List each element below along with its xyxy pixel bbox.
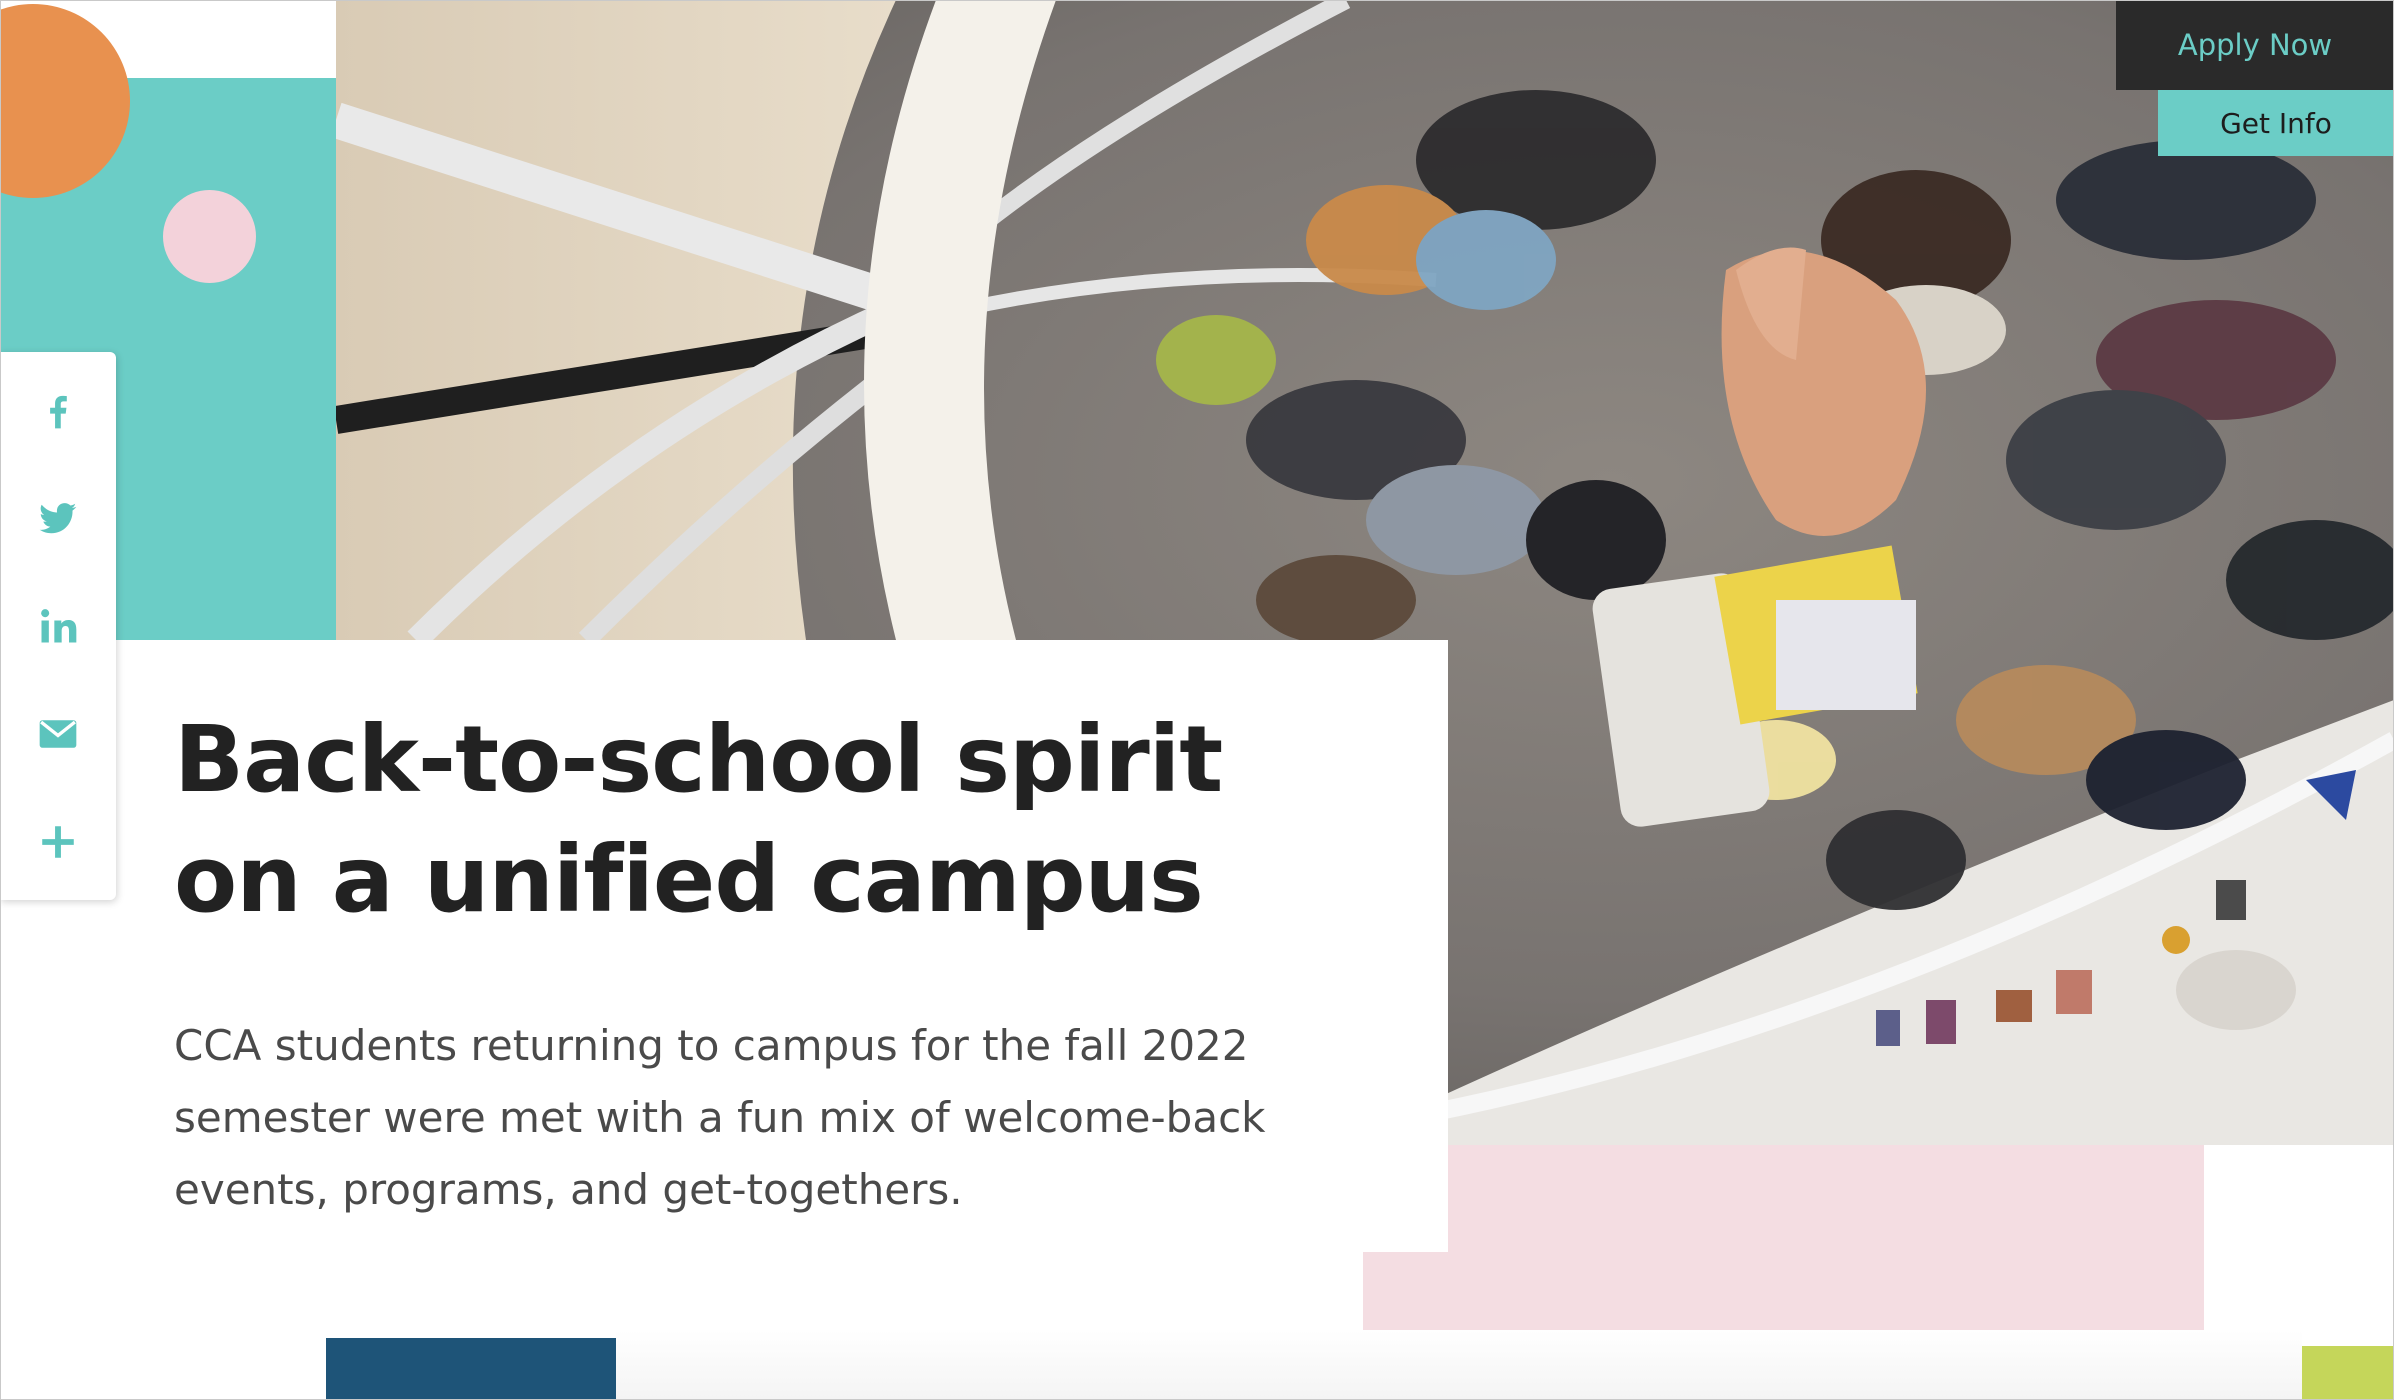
share-linkedin-button[interactable] [0, 586, 116, 666]
linkedin-icon [41, 609, 77, 643]
pink-decor-circle [163, 190, 256, 283]
apply-now-button[interactable]: Apply Now [2116, 0, 2394, 90]
share-more-button[interactable] [0, 802, 116, 882]
pink-decor-block [1363, 1144, 2204, 1339]
get-info-button[interactable]: Get Info [2158, 90, 2394, 156]
share-email-button[interactable] [0, 694, 116, 774]
share-bar-items [0, 352, 116, 900]
facebook-icon [50, 395, 67, 429]
email-icon [39, 720, 77, 748]
twitter-icon [39, 503, 77, 534]
bottom-shade [616, 1330, 2302, 1400]
lime-decor-block [2302, 1346, 2394, 1400]
article-headline: Back-to-school spirit on a unified campu… [174, 706, 1223, 933]
plus-icon [42, 826, 74, 858]
article-lede: CCA students returning to campus for the… [174, 1021, 1266, 1214]
share-twitter-button[interactable] [0, 478, 116, 558]
share-facebook-button[interactable] [0, 370, 116, 450]
navy-decor-block [326, 1338, 616, 1400]
